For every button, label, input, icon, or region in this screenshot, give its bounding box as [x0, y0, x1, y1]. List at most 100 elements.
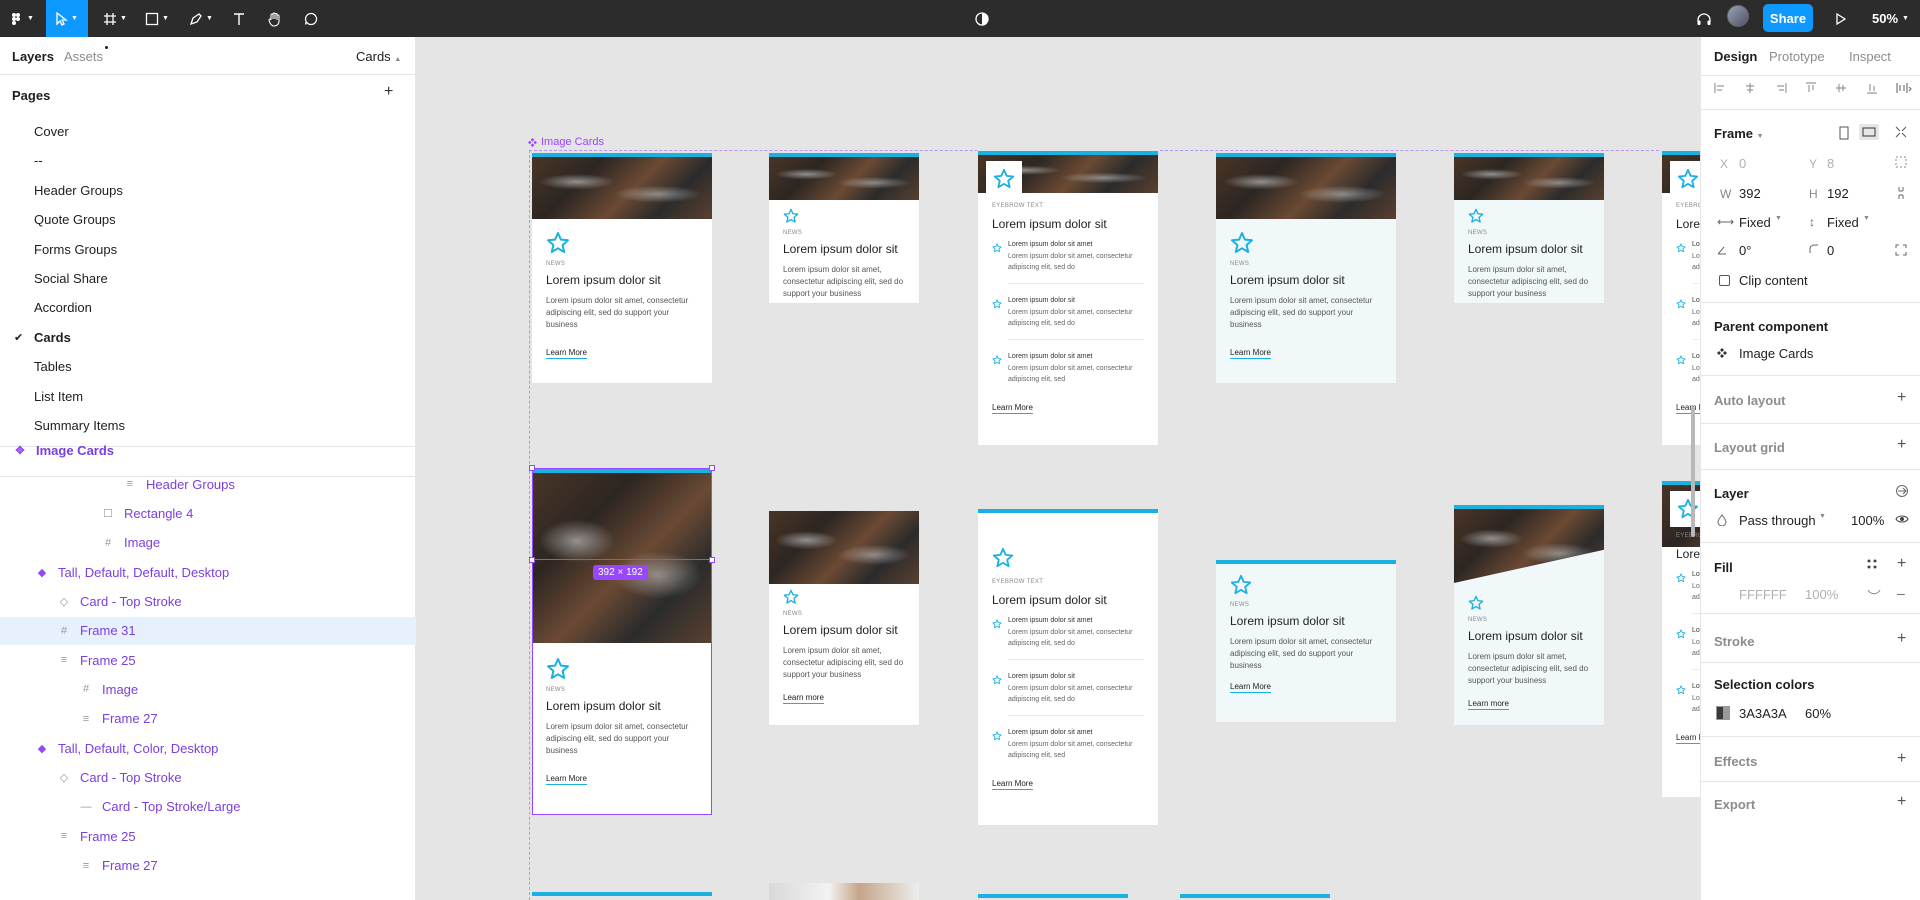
frame-label[interactable]: Image Cards	[528, 136, 604, 148]
layer-row[interactable]: # Frame 31	[0, 616, 416, 645]
portrait-icon[interactable]	[1839, 126, 1849, 140]
theme-toggle-icon[interactable]	[970, 0, 994, 37]
design-canvas[interactable]: Image Cards NEWS Lorem ipsum dolor sit Lor…	[417, 37, 1700, 900]
clip-content-checkbox[interactable]	[1719, 275, 1730, 286]
layer-row[interactable]: ◆ Tall, Default, Default, Desktop	[0, 558, 416, 586]
tab-design[interactable]: Design	[1714, 49, 1757, 64]
page-item[interactable]: Quote Groups	[34, 212, 116, 227]
add-page-icon[interactable]: +	[384, 83, 393, 101]
page-item[interactable]: Forms Groups	[34, 242, 117, 257]
page-item[interactable]: Accordion	[34, 300, 92, 315]
card[interactable]: NEWS Lorem ipsum dolor sit Lorem ipsum dol…	[769, 153, 919, 303]
learn-more-link[interactable]: Learn More	[1230, 682, 1271, 693]
figma-menu-icon[interactable]: ▼	[8, 0, 36, 37]
x-input[interactable]: 0	[1739, 156, 1746, 171]
card[interactable]: NEWS Lorem ipsum dolor sit Lorem ipsum dol…	[769, 511, 919, 725]
add-effect-icon[interactable]: +	[1897, 750, 1906, 768]
learn-more-link[interactable]: Learn more	[783, 693, 824, 704]
component-link-icon[interactable]	[1895, 484, 1909, 498]
selection-color-hex[interactable]: 3A3A3A	[1739, 706, 1787, 721]
canvas-scrollbar[interactable]	[1691, 407, 1695, 537]
tab-inspect[interactable]: Inspect	[1849, 49, 1891, 64]
tab-prototype[interactable]: Prototype	[1769, 49, 1825, 64]
height-mode-select[interactable]: Fixed	[1827, 215, 1859, 230]
comment-tool-icon[interactable]	[298, 0, 324, 37]
layer-row[interactable]: ≡ Frame 25	[0, 822, 416, 850]
layer-row[interactable]: ≡ Header Groups	[0, 470, 416, 498]
layer-row[interactable]: ◇ Card - Top Stroke	[0, 587, 416, 615]
rotation-input[interactable]: 0°	[1739, 243, 1751, 258]
learn-more-link[interactable]: Learn more	[1468, 699, 1509, 710]
tab-assets[interactable]: Assets	[64, 49, 103, 64]
pen-tool-icon[interactable]: ▼	[184, 0, 218, 37]
page-item[interactable]: List Item	[34, 389, 83, 404]
remove-fill-icon[interactable]: –	[1897, 585, 1905, 601]
constrain-proportions-icon[interactable]	[1897, 186, 1905, 200]
card[interactable]: NEWS Lorem ipsum dolor sit Lorem ipsum dol…	[1216, 153, 1396, 383]
align-left-icon[interactable]	[1713, 81, 1727, 97]
card[interactable]: EYEBROW TEXT Lorem ipsum dolor sit Lorem i…	[1662, 151, 1700, 445]
learn-more-link[interactable]: Learn More	[1676, 733, 1700, 744]
layer-row[interactable]: ☐ Rectangle 4	[0, 499, 416, 527]
headphones-icon[interactable]	[1692, 0, 1716, 37]
align-center-v-icon[interactable]	[1834, 81, 1848, 97]
layer-row[interactable]: ≡ Frame 27	[0, 705, 416, 733]
layer-row[interactable]: — Card - Top Stroke/Large	[0, 793, 416, 821]
height-input[interactable]: 192	[1827, 186, 1849, 201]
resize-handle[interactable]	[529, 465, 535, 471]
card[interactable]: EYEBROW TEXT Lorem ipsum dolor sit Lorem i…	[978, 509, 1158, 825]
width-mode-select[interactable]: Fixed	[1739, 215, 1771, 230]
align-right-icon[interactable]	[1774, 81, 1788, 97]
align-bottom-icon[interactable]	[1865, 81, 1879, 97]
eye-icon[interactable]	[1895, 514, 1909, 524]
add-export-icon[interactable]: +	[1897, 793, 1906, 811]
text-tool-icon[interactable]	[226, 0, 252, 37]
parent-component-link[interactable]: Image Cards	[1739, 346, 1813, 361]
page-item[interactable]: Summary Items	[34, 418, 125, 433]
fill-hex-input[interactable]: FFFFFF	[1739, 587, 1787, 602]
card[interactable]: NEWS Lorem ipsum dolor sit Lorem ipsum dol…	[532, 153, 712, 383]
frame-heading[interactable]: Frame ▼	[1714, 126, 1764, 141]
width-input[interactable]: 392	[1739, 186, 1761, 201]
learn-more-link[interactable]: Learn More	[992, 779, 1033, 790]
frame-tool-icon[interactable]: ▼	[98, 0, 132, 37]
selection-color-swatch[interactable]	[1716, 706, 1730, 720]
fill-opacity-input[interactable]: 100%	[1805, 587, 1838, 602]
hand-tool-icon[interactable]	[262, 0, 288, 37]
independent-corners-icon[interactable]	[1895, 244, 1907, 256]
corner-radius-input[interactable]: 0	[1827, 243, 1834, 258]
align-center-h-icon[interactable]	[1743, 81, 1757, 97]
learn-more-link[interactable]: Learn More	[1230, 348, 1271, 359]
resize-to-fit-icon[interactable]	[1895, 126, 1907, 138]
card[interactable]: NEWS Lorem ipsum dolor sit Lorem ipsum dol…	[1454, 505, 1604, 725]
styles-grid-icon[interactable]	[1867, 559, 1877, 569]
card[interactable]: NEWS Lorem ipsum dolor sit Lorem ipsum dol…	[1216, 560, 1396, 722]
layer-component-header[interactable]: ✥ Image Cards	[0, 436, 416, 464]
play-icon[interactable]	[1830, 0, 1852, 37]
layer-row[interactable]: ≡ Frame 25	[0, 646, 416, 674]
layer-row[interactable]: ◆ Tall, Default, Color, Desktop	[0, 734, 416, 762]
learn-more-link[interactable]: Learn More	[1676, 403, 1700, 414]
blend-mode-select[interactable]: Pass through	[1739, 513, 1816, 528]
add-layout-grid-icon[interactable]: +	[1897, 436, 1906, 454]
tab-layers[interactable]: Layers	[12, 49, 54, 64]
page-selector[interactable]: Cards ▲	[356, 49, 401, 64]
layer-row[interactable]: # Image	[0, 529, 416, 557]
selection-color-opacity[interactable]: 60%	[1805, 706, 1831, 721]
constraints-icon[interactable]	[1895, 156, 1907, 168]
resize-handle[interactable]	[709, 557, 715, 563]
layer-row[interactable]: # Image	[0, 675, 416, 703]
resize-handle[interactable]	[529, 557, 535, 563]
layer-row[interactable]: ◇ Card - Top Stroke	[0, 764, 416, 792]
layer-row[interactable]: ≡ Frame 27	[0, 852, 416, 880]
resize-handle[interactable]	[709, 465, 715, 471]
card[interactable]: NEWS Lorem ipsum dolor sit Lorem ipsum dol…	[1454, 153, 1604, 303]
share-button[interactable]: Share	[1763, 4, 1813, 32]
distribute-icon[interactable]	[1895, 81, 1913, 97]
shape-tool-icon[interactable]: ▼	[140, 0, 174, 37]
layer-opacity-input[interactable]: 100%	[1851, 513, 1884, 528]
learn-more-link[interactable]: Learn More	[546, 348, 587, 359]
y-input[interactable]: 8	[1827, 156, 1834, 171]
card[interactable]: EYEBROW TEXT Lorem ipsum dolor sit Lorem i…	[978, 151, 1158, 445]
page-item[interactable]: Cover	[34, 124, 69, 139]
